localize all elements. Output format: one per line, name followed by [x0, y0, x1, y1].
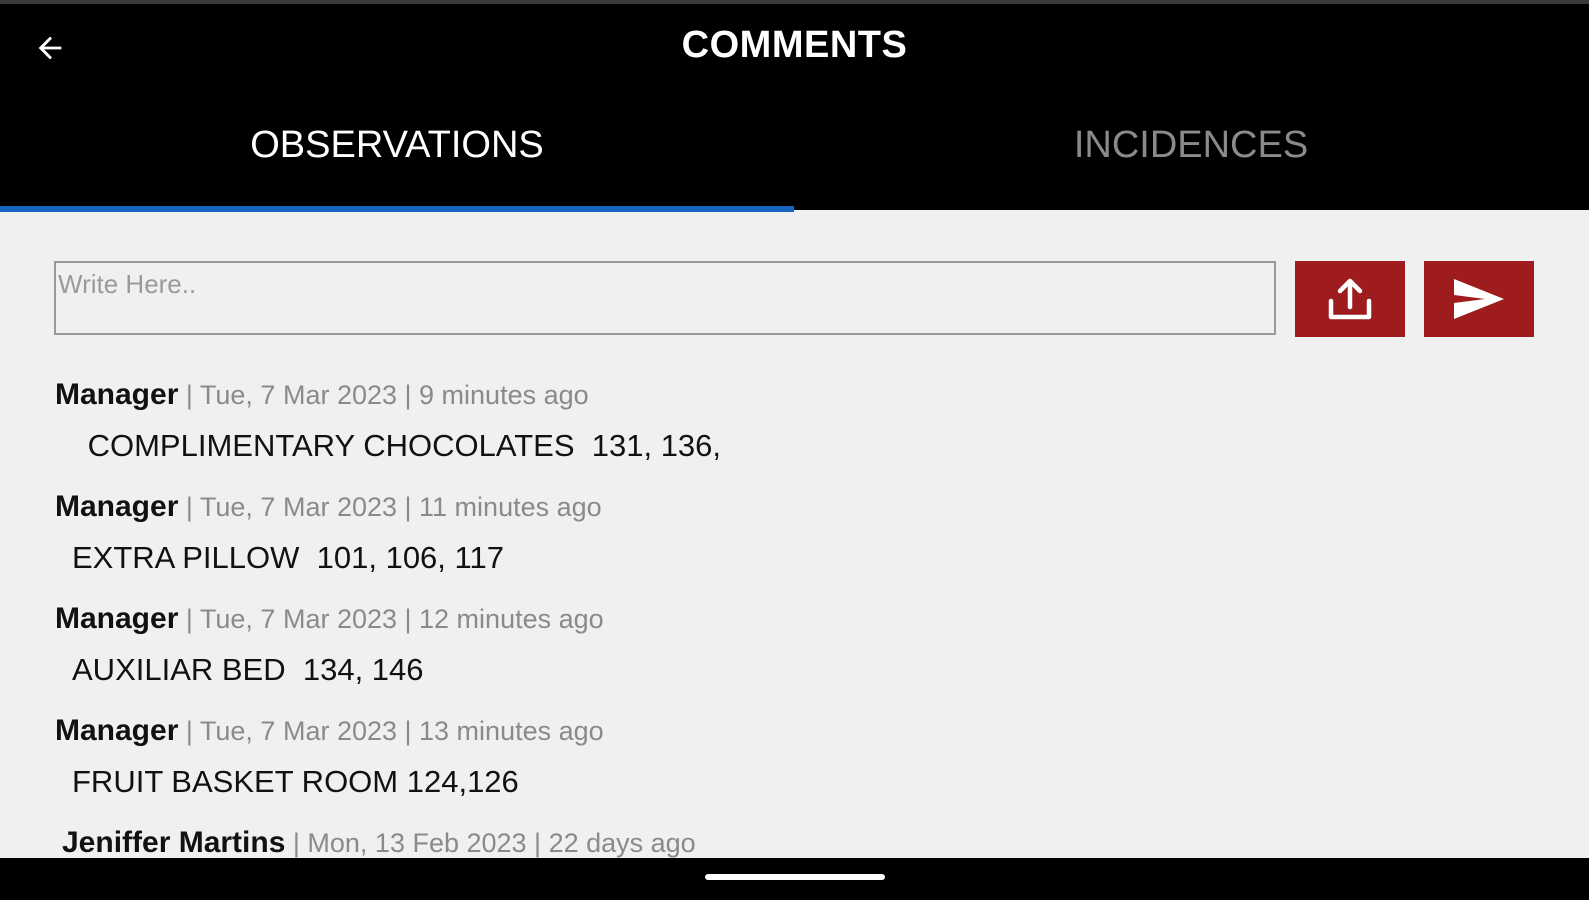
tab-observations[interactable]: OBSERVATIONS	[0, 124, 794, 208]
comment-item: Manager | Tue, 7 Mar 2023 | 12 minutes a…	[55, 602, 604, 688]
comment-date: | Tue, 7 Mar 2023 | 12 minutes ago	[178, 604, 604, 634]
comment-text: FRUIT BASKET ROOM 124,126	[72, 764, 519, 799]
tab-observations-label: OBSERVATIONS	[250, 124, 544, 166]
navigation-bar	[0, 858, 1589, 900]
send-icon	[1454, 279, 1504, 319]
comment-item: Manager | Tue, 7 Mar 2023 | 11 minutes a…	[55, 490, 602, 576]
comment-author: Manager	[55, 378, 179, 411]
upload-button[interactable]	[1295, 261, 1405, 337]
comment-input[interactable]	[56, 263, 1274, 306]
page-title: COMMENTS	[681, 24, 908, 66]
tab-incidences-label: INCIDENCES	[1073, 124, 1309, 166]
comment-meta: Manager | Tue, 7 Mar 2023 | 13 minutes a…	[55, 714, 604, 748]
comment-author: Manager	[55, 602, 179, 635]
comment-meta: Jeniffer Martins | Mon, 13 Feb 2023 | 22…	[62, 826, 696, 860]
comment-text: AUXILIAR BED 134, 146	[72, 652, 424, 687]
comment-date: | Tue, 7 Mar 2023 | 11 minutes ago	[178, 492, 602, 522]
comment-meta: Manager | Tue, 7 Mar 2023 | 12 minutes a…	[55, 602, 604, 636]
comment-author: Manager	[55, 490, 179, 523]
home-gesture-handle[interactable]	[705, 874, 885, 880]
active-tab-indicator	[0, 206, 794, 212]
comment-meta: Manager | Tue, 7 Mar 2023 | 11 minutes a…	[55, 490, 602, 524]
comment-date: | Tue, 7 Mar 2023 | 9 minutes ago	[178, 380, 589, 410]
comment-text: COMPLIMENTARY CHOCOLATES 131, 136,	[79, 428, 722, 463]
comment-text: EXTRA PILLOW 101, 106, 117	[72, 540, 504, 575]
comment-item: Manager | Tue, 7 Mar 2023 | 13 minutes a…	[55, 714, 604, 800]
comment-date: | Mon, 13 Feb 2023 | 22 days ago	[285, 828, 696, 858]
comment-item: Jeniffer Martins | Mon, 13 Feb 2023 | 22…	[62, 826, 696, 860]
comment-date: | Tue, 7 Mar 2023 | 13 minutes ago	[178, 716, 604, 746]
app-bar: COMMENTS OBSERVATIONS INCIDENCES	[0, 4, 1589, 212]
upload-icon	[1328, 278, 1372, 320]
send-button[interactable]	[1424, 261, 1534, 337]
comment-author: Jeniffer Martins	[62, 826, 286, 859]
comment-item: Manager | Tue, 7 Mar 2023 | 9 minutes ag…	[55, 378, 721, 464]
tab-incidences[interactable]: INCIDENCES	[794, 124, 1588, 208]
comment-meta: Manager | Tue, 7 Mar 2023 | 9 minutes ag…	[55, 378, 721, 412]
comment-input-box	[54, 261, 1276, 335]
comment-author: Manager	[55, 714, 179, 747]
